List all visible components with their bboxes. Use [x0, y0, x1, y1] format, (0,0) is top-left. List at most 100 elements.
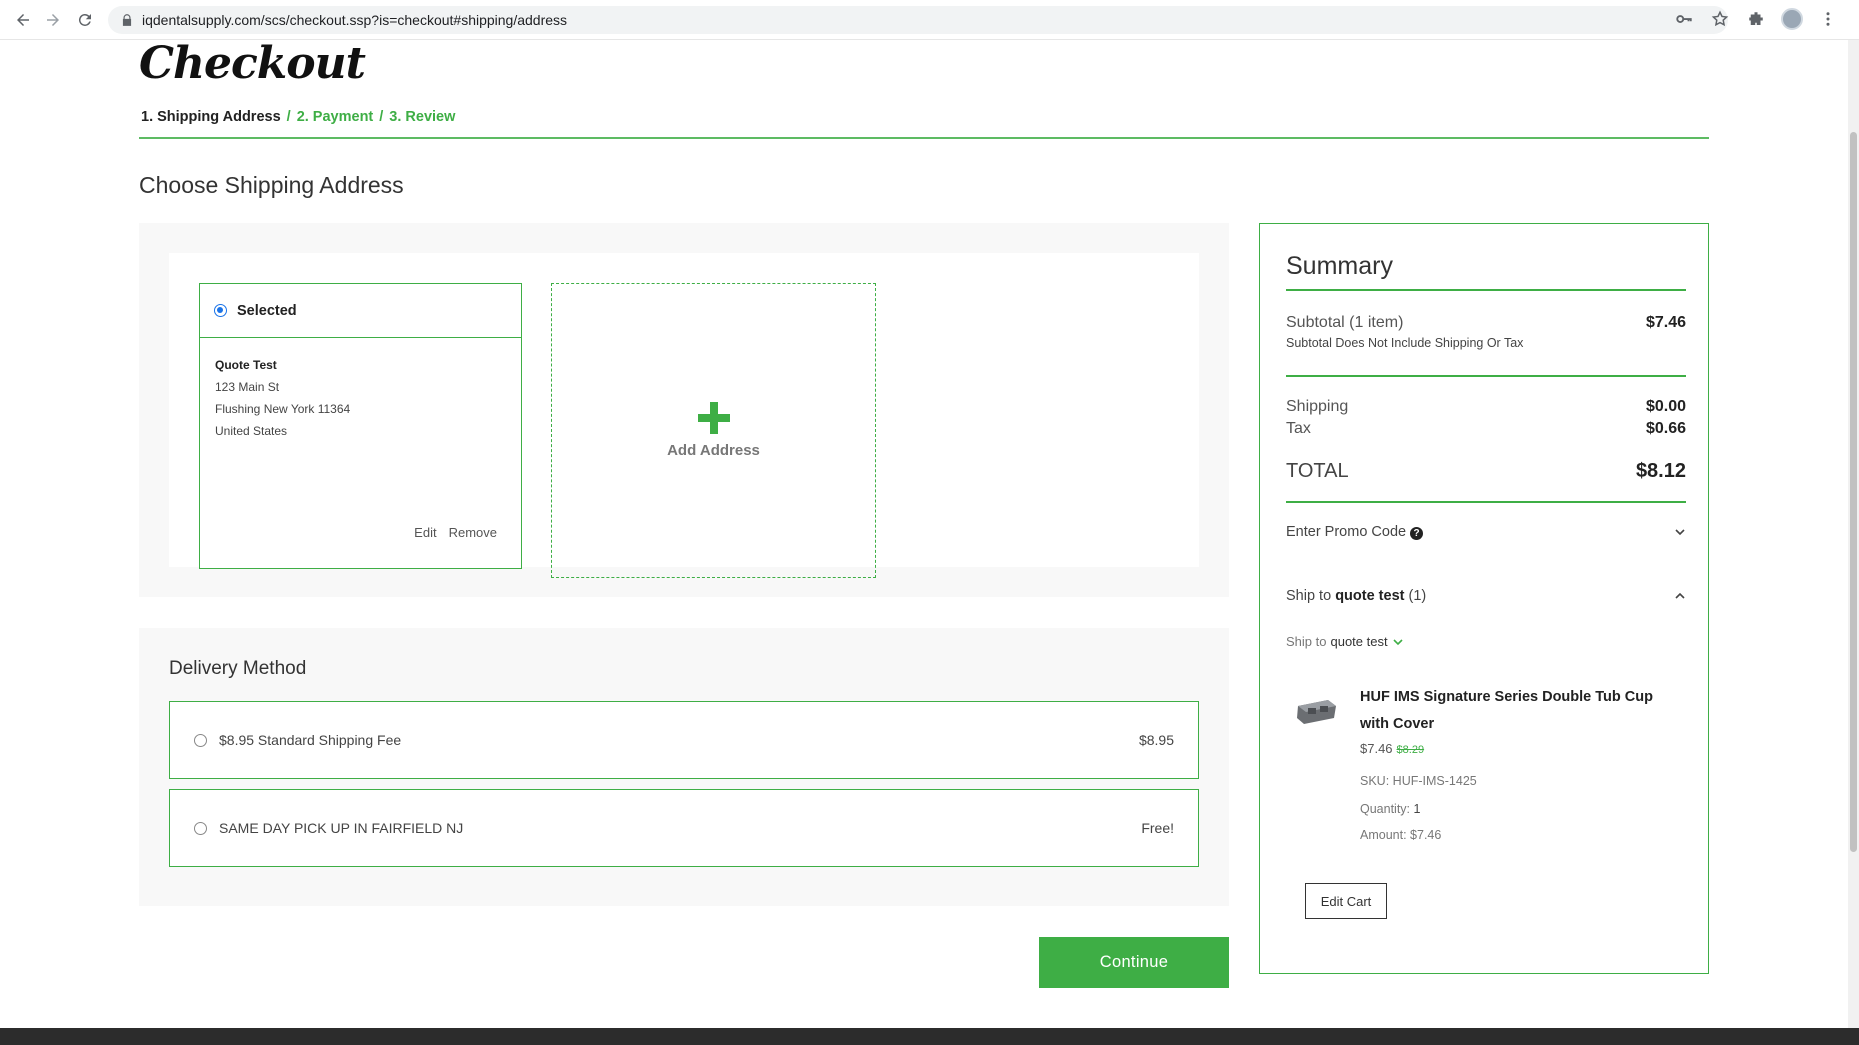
address-details: Quote Test 123 Main St Flushing New York…	[200, 338, 521, 458]
delivery-option-pickup[interactable]: SAME DAY PICK UP IN FAIRFIELD NJ Free!	[169, 789, 1199, 867]
summary-divider	[1286, 375, 1686, 377]
total-value: $8.12	[1635, 460, 1686, 482]
step-payment[interactable]: 2. Payment	[297, 109, 374, 125]
delivery-option-standard[interactable]: $8.95 Standard Shipping Fee $8.95	[169, 701, 1199, 779]
product-current-price: $7.46	[1360, 741, 1393, 756]
scrollbar-thumb[interactable]	[1850, 132, 1857, 852]
chevron-up-icon	[1675, 592, 1685, 599]
subtotal-count: (1 item)	[1349, 314, 1404, 331]
shipping-row: Shipping $0.00	[1286, 398, 1686, 416]
reload-icon[interactable]	[70, 5, 100, 35]
shipto-sub-prefix: Ship to	[1286, 634, 1327, 649]
shipping-value: $0.00	[1645, 398, 1686, 415]
selected-label: Selected	[237, 302, 297, 319]
total-row: TOTAL $8.12	[1286, 460, 1686, 483]
delivery-option-price: $8.95	[1138, 732, 1174, 748]
help-icon[interactable]: ?	[1410, 527, 1424, 540]
delivery-option-price: Free!	[1141, 820, 1174, 836]
address-panel: Selected Quote Test 123 Main St Flushing…	[139, 223, 1229, 597]
product-name[interactable]: HUF IMS Signature Series Double Tub Cup …	[1360, 684, 1680, 738]
address-line1: 123 Main St	[215, 380, 280, 394]
plus-icon	[697, 402, 730, 434]
amount-label: Amount:	[1360, 828, 1407, 842]
tax-label: Tax	[1286, 420, 1311, 437]
url-text: iqdentalsupply.com/scs/checkout.ssp?is=c…	[142, 12, 568, 28]
total-label: TOTAL	[1286, 460, 1349, 482]
page-title: Checkout	[139, 38, 366, 89]
remove-address-link[interactable]: Remove	[449, 525, 497, 540]
product-price: $7.46 $8.29	[1360, 741, 1424, 756]
delivery-radio[interactable]	[194, 821, 207, 835]
order-summary: Summary Subtotal (1 item) $7.46 Subtotal…	[1259, 223, 1709, 974]
key-icon[interactable]	[1673, 8, 1695, 30]
extensions-icon[interactable]	[1745, 8, 1767, 30]
product-old-price: $8.29	[1396, 744, 1425, 756]
sku-value: HUF-IMS-1425	[1392, 774, 1477, 788]
chevron-down-icon	[1675, 529, 1685, 536]
promo-label: Enter Promo Code	[1286, 524, 1407, 540]
product-sku: SKU: HUF-IMS-1425	[1360, 774, 1477, 788]
edit-cart-button[interactable]: Edit Cart	[1305, 883, 1387, 919]
address-actions: Edit Remove	[414, 525, 497, 540]
forward-icon[interactable]	[38, 5, 68, 35]
shipto-subheader[interactable]: Ship to quote test	[1286, 634, 1404, 649]
promo-code-toggle[interactable]: Enter Promo Code?	[1286, 524, 1686, 540]
add-address-label: Add Address	[667, 442, 760, 459]
address-name: Quote Test	[215, 358, 277, 372]
menu-dots-icon[interactable]	[1817, 8, 1839, 30]
delivery-title: Delivery Method	[169, 658, 307, 679]
summary-divider	[1286, 289, 1686, 291]
continue-button[interactable]: Continue	[1039, 937, 1229, 988]
shipto-name: quote test	[1335, 588, 1405, 604]
amount-value: $7.46	[1410, 828, 1442, 842]
tax-value: $0.66	[1645, 420, 1686, 437]
sku-label: SKU:	[1360, 774, 1390, 788]
summary-title: Summary	[1286, 252, 1393, 280]
delivery-option-label: SAME DAY PICK UP IN FAIRFIELD NJ	[219, 820, 464, 836]
step-separator: /	[286, 109, 291, 125]
product-thumbnail[interactable]	[1294, 694, 1338, 728]
lock-icon	[122, 14, 132, 26]
qty-label: Quantity:	[1360, 802, 1411, 816]
delivery-option-label: $8.95 Standard Shipping Fee	[219, 732, 402, 748]
step-separator: /	[379, 109, 384, 125]
subtotal-row: Subtotal (1 item) $7.46	[1286, 314, 1686, 332]
profile-avatar[interactable]	[1781, 8, 1803, 30]
back-icon[interactable]	[8, 5, 38, 35]
star-icon[interactable]	[1709, 8, 1731, 30]
shipto-count: (1)	[1408, 588, 1427, 604]
subtotal-note: Subtotal Does Not Include Shipping Or Ta…	[1286, 336, 1524, 350]
step-shipping-address: 1. Shipping Address	[141, 109, 281, 125]
browser-actions	[1673, 8, 1839, 30]
shipping-label: Shipping	[1286, 398, 1349, 415]
ship-to-toggle[interactable]: Ship to quote test (1)	[1286, 588, 1686, 604]
checkout-steps: 1. Shipping Address / 2. Payment / 3. Re…	[141, 109, 455, 125]
shipto-prefix: Ship to	[1286, 588, 1332, 604]
qty-value: 1	[1413, 802, 1421, 816]
address-radio[interactable]	[214, 304, 227, 317]
chevron-down-icon	[1393, 638, 1403, 645]
address-card-selected[interactable]: Selected Quote Test 123 Main St Flushing…	[199, 283, 522, 569]
product-amount: Amount: $7.46	[1360, 828, 1441, 842]
edit-address-link[interactable]: Edit	[414, 525, 436, 540]
delivery-panel: Delivery Method $8.95 Standard Shipping …	[139, 628, 1229, 906]
summary-divider	[1286, 501, 1686, 503]
shipto-sub-name: quote test	[1330, 634, 1388, 649]
subtotal-value: $7.46	[1645, 314, 1686, 331]
browser-toolbar: iqdentalsupply.com/scs/checkout.ssp?is=c…	[0, 0, 1859, 40]
address-bar[interactable]: iqdentalsupply.com/scs/checkout.ssp?is=c…	[108, 6, 1728, 34]
header-divider	[139, 137, 1709, 139]
add-address-button[interactable]: Add Address	[551, 283, 876, 578]
address-card-header: Selected	[200, 284, 521, 338]
subtotal-label: Subtotal	[1286, 314, 1345, 331]
footer-bar	[0, 1028, 1859, 1045]
delivery-radio[interactable]	[194, 733, 207, 747]
address-country: United States	[215, 424, 288, 438]
step-review[interactable]: 3. Review	[389, 109, 455, 125]
tax-row: Tax $0.66	[1286, 420, 1686, 438]
address-list: Selected Quote Test 123 Main St Flushing…	[169, 253, 1199, 578]
address-line2: Flushing New York 11364	[215, 402, 351, 416]
product-quantity: Quantity: 1	[1360, 802, 1420, 816]
page-scrollbar[interactable]	[1848, 40, 1859, 1028]
section-title: Choose Shipping Address	[139, 172, 404, 198]
